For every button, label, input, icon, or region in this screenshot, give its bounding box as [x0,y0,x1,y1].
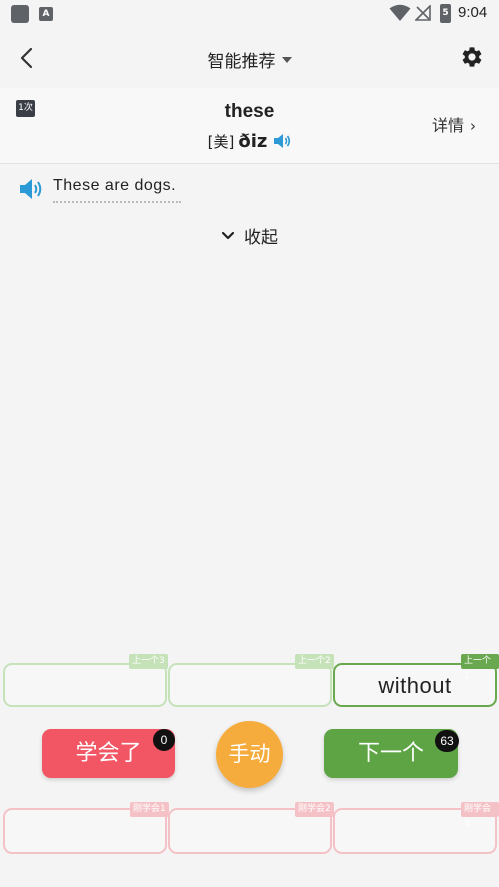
collapse-label: 收起 [244,228,278,248]
phonetic-row: [美] ðiz [0,131,499,152]
learned-count-badge: 0 [153,729,175,751]
speaker-icon[interactable] [273,133,291,149]
sentence-underline [53,201,181,203]
previous-slot-tag: 上一个2 [295,654,334,669]
chevron-down-icon [221,231,235,240]
previous-word-slot-2[interactable] [168,663,332,707]
word-title: these [224,101,275,122]
chevron-right-icon: › [470,117,477,135]
previous-slot-tag: 上一个1 [461,654,499,681]
previous-word-text: without [378,673,452,698]
no-signal-icon [415,5,431,21]
gear-icon[interactable] [460,45,484,69]
status-bar: A 5 9:04 [0,0,499,28]
example-sentence[interactable]: These are dogs. [53,177,176,195]
previous-word-slot-3[interactable] [3,663,167,707]
app-icon [11,5,29,23]
page-title[interactable]: 智能推荐 [0,47,499,72]
battery-icon: 5 [440,4,451,23]
previous-word-slot-1[interactable]: without [333,663,497,707]
wifi-icon [389,4,411,21]
dropdown-triangle-icon [281,57,292,63]
collapse-button[interactable]: 收起 [220,223,278,248]
previous-slot-tag: 上一个3 [129,654,168,669]
manual-button[interactable]: 手动 [216,721,283,788]
just-learned-slot-tag: 刚学会2 [295,802,334,817]
phonetic-text: ðiz [238,131,268,152]
page-title-text: 智能推荐 [207,52,276,72]
app-a-icon: A [39,7,53,21]
details-link[interactable]: 详情 › [432,112,476,136]
next-count-badge: 63 [435,730,459,752]
word-card [0,88,499,164]
details-label: 详情 [432,116,465,135]
sentence-speaker-icon[interactable] [19,177,45,201]
phonetic-region-tag: [美] [207,133,235,151]
clock: 9:04 [458,4,488,21]
just-learned-slot-tag: 刚学会1 [130,802,169,817]
just-learned-slot-tag: 刚学会3 [461,802,499,829]
